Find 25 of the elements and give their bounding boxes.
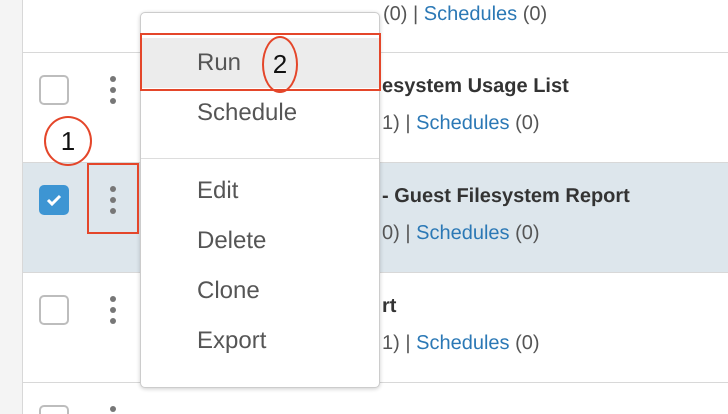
report-title: - Guest Filesystem Report <box>382 185 630 208</box>
more-icon[interactable] <box>109 185 117 215</box>
report-meta: 0) | Schedules (0) <box>382 222 541 245</box>
highlight-frame <box>87 163 139 234</box>
row-checkbox[interactable] <box>39 75 69 105</box>
report-meta: 1) | Schedules (0) <box>382 332 540 355</box>
more-icon[interactable] <box>109 295 117 325</box>
report-meta: 1) | Schedules (0) <box>382 112 541 135</box>
schedules-link[interactable]: Schedules <box>416 112 510 134</box>
menu-item[interactable]: Clone <box>141 266 379 316</box>
menu-item[interactable]: Delete <box>141 216 379 266</box>
menu-item[interactable]: Export <box>141 316 379 366</box>
step-number: 2 <box>262 36 298 93</box>
row-checkbox[interactable] <box>39 185 69 215</box>
report-meta: (0) | Schedules (0) <box>383 3 548 26</box>
menu-item[interactable]: Edit <box>141 166 379 216</box>
step-number: 1 <box>44 116 92 166</box>
row-checkbox[interactable] <box>39 295 69 325</box>
report-title: esystem Usage List <box>382 75 569 98</box>
schedules-link[interactable]: Schedules <box>416 332 510 354</box>
check-icon <box>46 194 62 206</box>
schedules-link[interactable]: Schedules <box>424 3 518 25</box>
schedules-link[interactable]: Schedules <box>416 222 510 244</box>
report-title: rt <box>382 295 398 318</box>
more-icon[interactable] <box>109 75 117 105</box>
